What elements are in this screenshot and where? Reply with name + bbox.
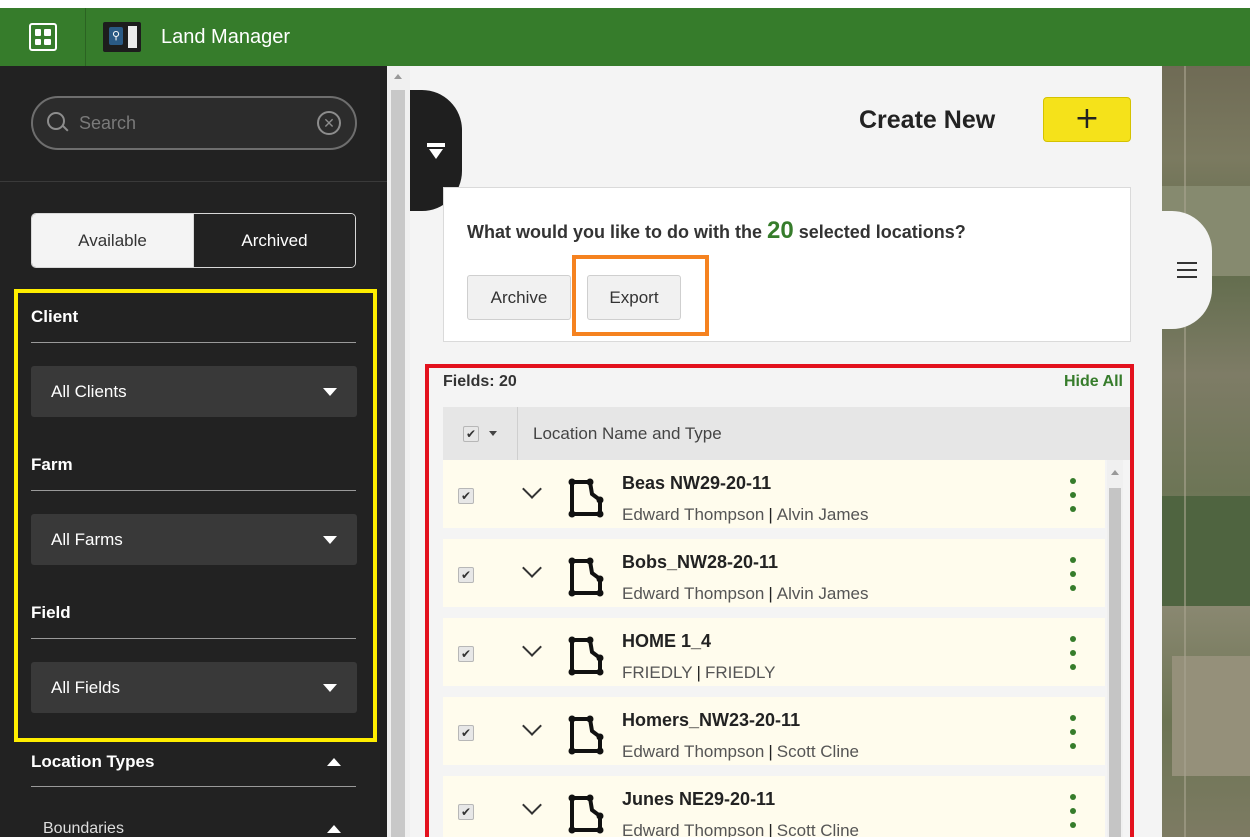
archive-button[interactable]: Archive [467, 275, 571, 320]
main-panel: Create New + What would you like to do w… [410, 66, 1162, 837]
clear-icon[interactable]: ✕ [317, 111, 341, 135]
selected-count: 20 [767, 217, 794, 244]
question-prefix: What would you like to do with the [467, 222, 762, 242]
caret-up-icon [327, 758, 341, 766]
search-icon [47, 112, 69, 134]
status-toggle: Available Archived [31, 213, 356, 268]
satellite-map[interactable] [1162, 66, 1250, 837]
scroll-thumb[interactable] [391, 90, 405, 837]
create-new-label: Create New [859, 106, 996, 134]
sidebar: ✕ Available Archived Client All Clients … [0, 66, 387, 837]
boundaries-label: Boundaries [43, 820, 124, 837]
app-title: Land Manager [161, 25, 290, 48]
top-bar: ⚲ Land Manager [0, 0, 1250, 66]
search-input[interactable] [79, 112, 317, 134]
sidebar-divider [0, 181, 387, 182]
divider [31, 786, 356, 787]
list-toggle-tab[interactable] [1162, 211, 1212, 329]
fields-list-highlight [425, 364, 1134, 837]
funnel-icon [427, 142, 445, 159]
filters-highlight [14, 289, 377, 742]
export-highlight [572, 255, 709, 336]
location-types-header[interactable]: Location Types [31, 752, 341, 772]
tab-archived[interactable]: Archived [193, 214, 355, 267]
app-header: ⚲ Land Manager [0, 8, 1250, 66]
apps-button[interactable] [0, 8, 86, 66]
app-logo: ⚲ [103, 22, 141, 52]
list-icon [1177, 262, 1197, 278]
scroll-up-icon[interactable] [394, 74, 402, 79]
create-new-button[interactable]: + [1043, 97, 1131, 142]
bulk-action-question: What would you like to do with the 20 se… [467, 217, 966, 245]
sidebar-scrollbar[interactable] [387, 66, 410, 837]
location-types-label: Location Types [31, 752, 155, 771]
question-suffix: selected locations? [798, 222, 966, 242]
tab-available[interactable]: Available [32, 214, 193, 267]
apps-grid-icon [28, 23, 57, 51]
caret-up-icon [327, 825, 341, 833]
bulk-action-card: What would you like to do with the 20 se… [443, 187, 1131, 342]
boundaries-header[interactable]: Boundaries [43, 820, 341, 837]
search-box: ✕ [31, 96, 357, 150]
